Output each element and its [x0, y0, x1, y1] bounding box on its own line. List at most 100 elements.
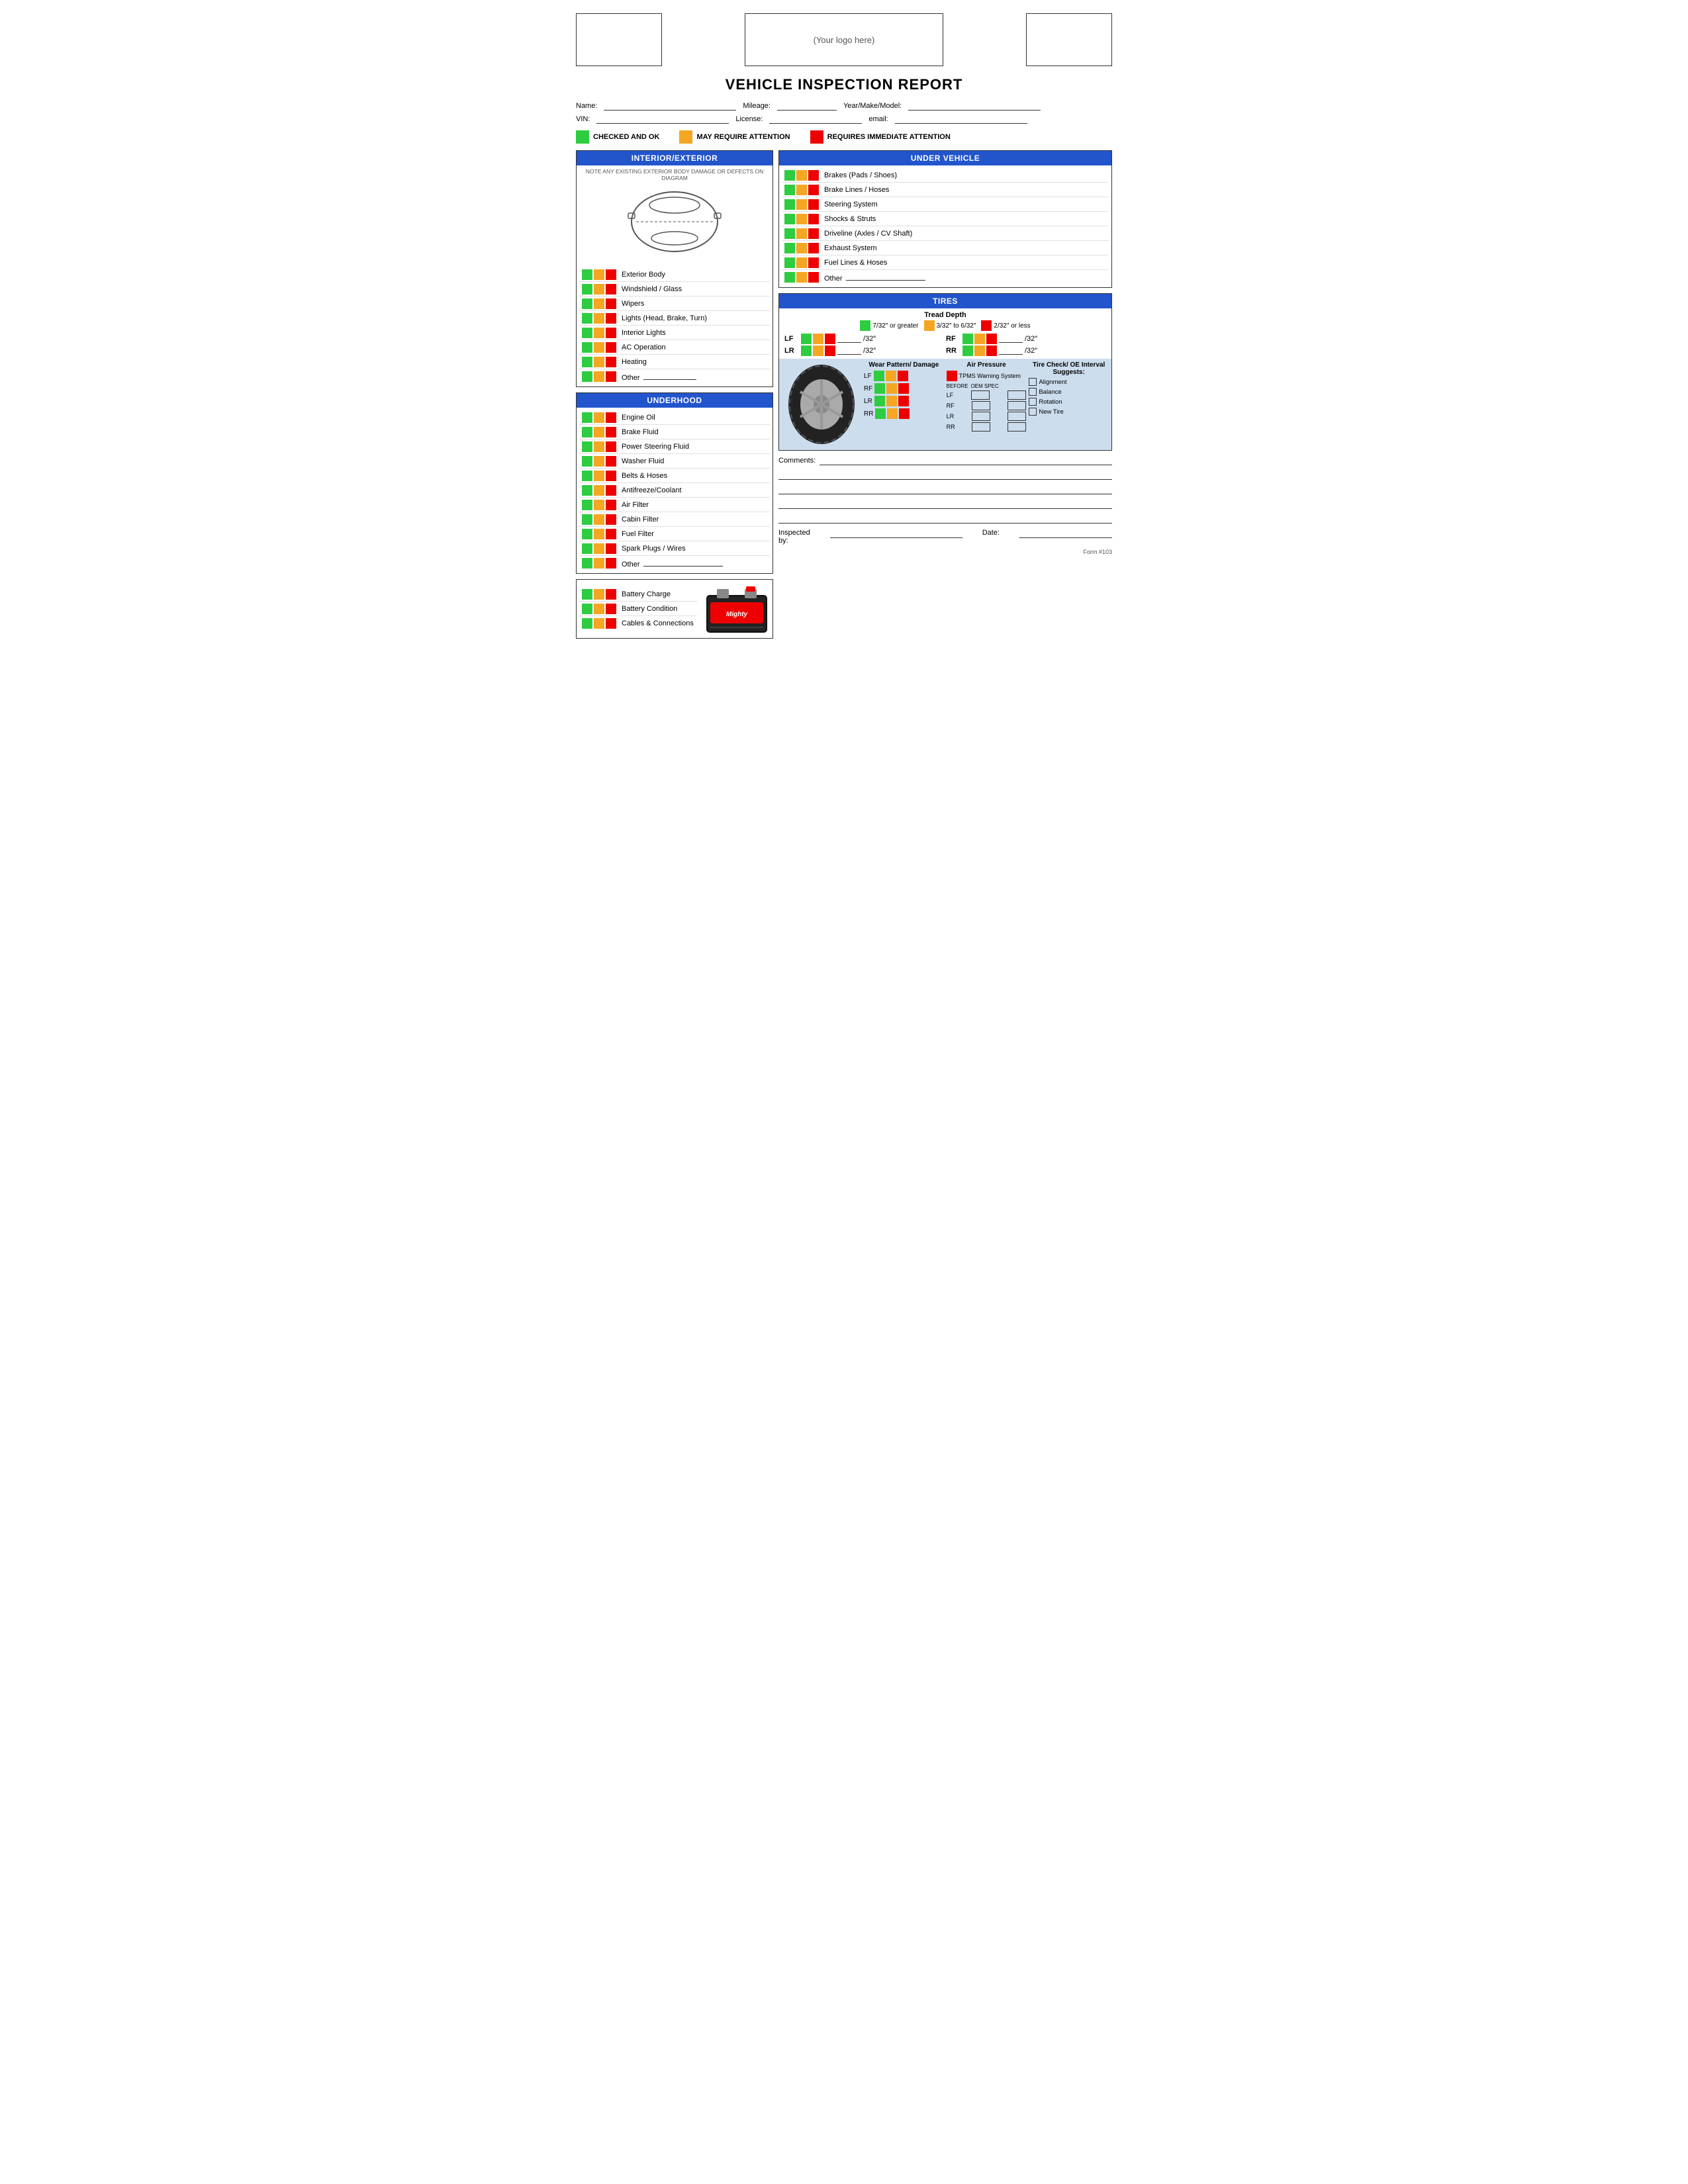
green-cb[interactable] [582, 543, 592, 554]
pressure-lf-before[interactable] [971, 390, 990, 400]
green-cb[interactable] [784, 199, 795, 210]
color-boxes-other-uv[interactable] [784, 272, 819, 283]
yellow-cb[interactable] [594, 456, 604, 467]
green-cb[interactable] [874, 371, 884, 381]
green-cb[interactable] [582, 328, 592, 338]
color-boxes-spark-plugs[interactable] [582, 543, 616, 554]
new-tire-option[interactable]: New Tire [1029, 408, 1109, 416]
red-cb[interactable] [898, 371, 908, 381]
yellow-cb[interactable] [796, 243, 807, 253]
red-cb[interactable] [899, 408, 910, 419]
wear-rr-boxes[interactable] [875, 408, 910, 419]
red-cb[interactable] [606, 589, 616, 600]
green-cb[interactable] [874, 396, 885, 406]
comment-line-4[interactable] [778, 497, 1112, 509]
rotation-checkbox[interactable] [1029, 398, 1037, 406]
comment-line-3[interactable] [778, 482, 1112, 494]
lr-boxes[interactable] [801, 345, 835, 356]
green-cb[interactable] [784, 257, 795, 268]
green-cb[interactable] [582, 618, 592, 629]
red-cb[interactable] [808, 214, 819, 224]
rr-reading-line[interactable] [999, 347, 1023, 355]
color-boxes-brake-lines[interactable] [784, 185, 819, 195]
green-cb[interactable] [784, 185, 795, 195]
green-cb[interactable] [784, 228, 795, 239]
color-boxes-cabin-filter[interactable] [582, 514, 616, 525]
yellow-cb[interactable] [813, 334, 823, 344]
yellow-cb[interactable] [594, 269, 604, 280]
color-boxes-brake-fluid[interactable] [582, 427, 616, 437]
green-cb[interactable] [582, 529, 592, 539]
green-cb[interactable] [582, 558, 592, 569]
yellow-cb[interactable] [594, 342, 604, 353]
red-cb[interactable] [898, 383, 909, 394]
red-cb[interactable] [606, 500, 616, 510]
yellow-cb[interactable] [886, 371, 896, 381]
rf-reading-line[interactable] [999, 335, 1023, 343]
green-cb[interactable] [582, 342, 592, 353]
red-cb[interactable] [606, 471, 616, 481]
yellow-cb[interactable] [594, 485, 604, 496]
yellow-cb[interactable] [886, 396, 897, 406]
yellow-cb[interactable] [594, 328, 604, 338]
red-cb[interactable] [606, 543, 616, 554]
alignment-checkbox[interactable] [1029, 378, 1037, 386]
pressure-rf-before[interactable] [972, 401, 990, 410]
yellow-cb[interactable] [594, 604, 604, 614]
yellow-cb[interactable] [974, 334, 985, 344]
color-boxes-battery-charge[interactable] [582, 589, 616, 600]
red-cb[interactable] [606, 357, 616, 367]
balance-option[interactable]: Balance [1029, 388, 1109, 396]
lf-reading-line[interactable] [837, 335, 861, 343]
green-cb[interactable] [784, 170, 795, 181]
color-boxes-battery-condition[interactable] [582, 604, 616, 614]
pressure-rf-oem[interactable] [1008, 401, 1026, 410]
yellow-cb[interactable] [796, 170, 807, 181]
red-cb[interactable] [606, 456, 616, 467]
color-boxes-wipers[interactable] [582, 298, 616, 309]
color-boxes-exterior-body[interactable] [582, 269, 616, 280]
comment-line-2[interactable] [778, 468, 1112, 480]
green-cb[interactable] [582, 604, 592, 614]
pressure-lr-before[interactable] [972, 412, 990, 421]
green-cb[interactable] [582, 441, 592, 452]
color-boxes-exhaust[interactable] [784, 243, 819, 253]
yellow-cb[interactable] [594, 284, 604, 295]
yellow-cb[interactable] [796, 257, 807, 268]
comments-first-line[interactable] [820, 456, 1112, 465]
pressure-rr-oem[interactable] [1008, 422, 1026, 432]
green-cb[interactable] [784, 243, 795, 253]
green-cb[interactable] [582, 313, 592, 324]
color-boxes-washer-fluid[interactable] [582, 456, 616, 467]
yellow-cb[interactable] [594, 589, 604, 600]
yellow-cb[interactable] [886, 383, 897, 394]
yellow-cb[interactable] [796, 199, 807, 210]
other-int-line[interactable] [643, 372, 696, 380]
red-cb[interactable] [606, 485, 616, 496]
wear-lr-boxes[interactable] [874, 396, 909, 406]
yellow-cb[interactable] [594, 427, 604, 437]
yellow-cb[interactable] [796, 272, 807, 283]
red-cb[interactable] [606, 441, 616, 452]
green-cb[interactable] [582, 589, 592, 600]
green-cb[interactable] [875, 408, 886, 419]
yellow-cb[interactable] [974, 345, 985, 356]
green-cb[interactable] [582, 298, 592, 309]
green-cb[interactable] [874, 383, 885, 394]
green-cb[interactable] [582, 269, 592, 280]
lr-reading-line[interactable] [837, 347, 861, 355]
red-cb[interactable] [808, 185, 819, 195]
red-cb[interactable] [606, 618, 616, 629]
rf-boxes[interactable] [962, 334, 997, 344]
wear-rf-boxes[interactable] [874, 383, 909, 394]
yellow-cb[interactable] [796, 185, 807, 195]
color-boxes-cables[interactable] [582, 618, 616, 629]
color-boxes-belts[interactable] [582, 471, 616, 481]
color-boxes-air-filter[interactable] [582, 500, 616, 510]
pressure-rr-before[interactable] [972, 422, 990, 432]
yellow-cb[interactable] [594, 298, 604, 309]
red-cb[interactable] [808, 243, 819, 253]
yellow-cb[interactable] [594, 441, 604, 452]
mileage-input-line[interactable] [777, 101, 837, 111]
alignment-option[interactable]: Alignment [1029, 378, 1109, 386]
